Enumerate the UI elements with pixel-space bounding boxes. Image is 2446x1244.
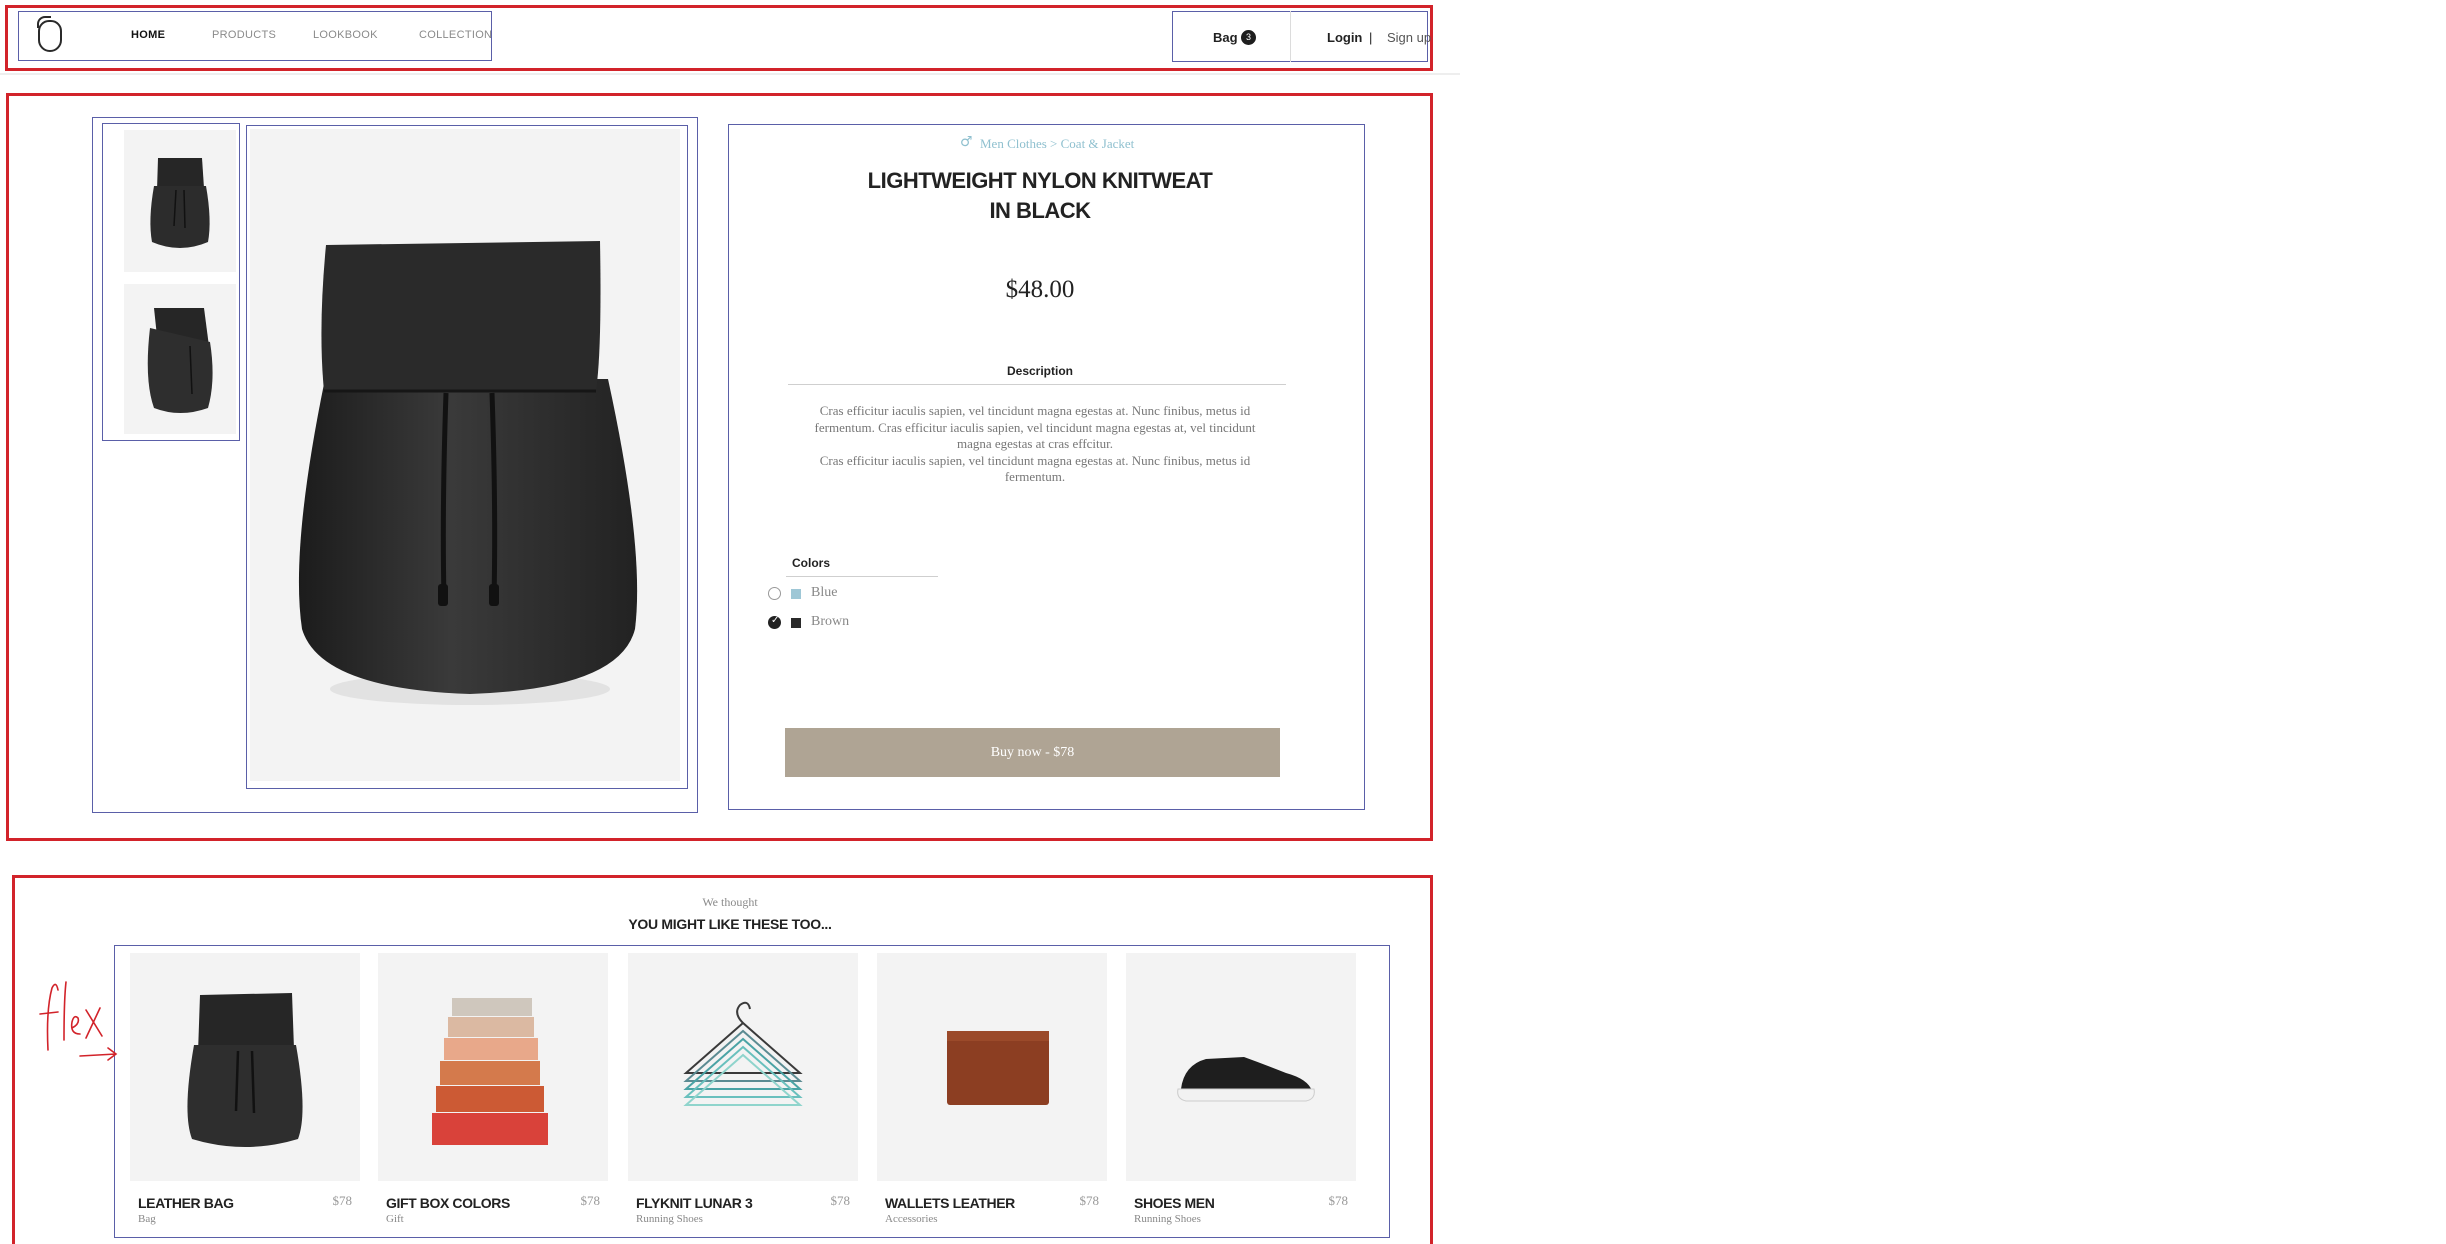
color-radio-brown[interactable] xyxy=(768,615,781,629)
thumbnail-2[interactable] xyxy=(124,284,236,434)
color-swatch-brown xyxy=(791,618,801,628)
suggestions-subtitle: We thought xyxy=(702,895,758,909)
card-category: Bag xyxy=(138,1213,156,1225)
card-category: Running Shoes xyxy=(1134,1213,1201,1225)
card-image xyxy=(877,953,1107,1181)
login-link[interactable]: Login xyxy=(1327,30,1362,45)
main-product-image xyxy=(250,129,680,781)
signup-link[interactable]: Sign up xyxy=(1387,30,1431,45)
thumbnail-1[interactable] xyxy=(124,130,236,272)
card-name[interactable]: FLYKNIT LUNAR 3 xyxy=(636,1195,753,1211)
card-name[interactable]: LEATHER BAG xyxy=(138,1195,234,1211)
card-image xyxy=(378,953,608,1181)
colors-divider xyxy=(786,576,938,577)
shoe-icon xyxy=(1177,1057,1315,1102)
description-text: Cras efficitur iaculis sapien, vel tinci… xyxy=(800,403,1270,486)
leather-bag-icon xyxy=(187,993,303,1147)
card-image xyxy=(628,953,858,1181)
card-price: $78 xyxy=(830,1193,851,1208)
gift-boxes-icon xyxy=(432,998,548,1145)
colors-heading: Colors xyxy=(792,556,831,570)
wallet-icon xyxy=(947,1031,1049,1105)
card-name[interactable]: GIFT BOX COLORS xyxy=(386,1195,510,1211)
nav-home[interactable]: HOME xyxy=(131,29,165,41)
card-price: $78 xyxy=(1079,1193,1100,1208)
description-paragraph-2: Cras efficitur iaculis sapien, vel tinci… xyxy=(819,452,1251,485)
color-radio-blue[interactable] xyxy=(768,587,781,600)
nav-products[interactable]: PRODUCTS xyxy=(212,29,276,41)
card-category: Running Shoes xyxy=(636,1213,703,1225)
product-price: $48.00 xyxy=(1005,276,1075,303)
flex-handwritten-annotation xyxy=(39,981,118,1061)
color-label-brown[interactable]: Brown xyxy=(811,614,849,630)
card-image xyxy=(130,953,360,1181)
header-shadow-line xyxy=(0,73,1460,75)
card-price: $78 xyxy=(580,1193,601,1208)
breadcrumb[interactable]: Men Clothes > Coat & Jacket xyxy=(980,136,1134,152)
card-price: $78 xyxy=(332,1193,353,1208)
bag-link[interactable]: Bag xyxy=(1213,30,1238,45)
card-category: Gift xyxy=(386,1213,404,1225)
card-price: $78 xyxy=(1328,1193,1349,1208)
card-name[interactable]: SHOES MEN xyxy=(1134,1195,1215,1211)
description-paragraph-1: Cras efficitur iaculis sapien, vel tinci… xyxy=(814,403,1256,451)
description-heading: Description xyxy=(1006,364,1073,378)
buy-now-button[interactable]: Buy now - $78 xyxy=(785,728,1280,777)
card-category: Accessories xyxy=(885,1213,938,1225)
card-image xyxy=(1126,953,1356,1181)
auth-separator: | xyxy=(1369,30,1373,45)
description-divider xyxy=(788,384,1286,385)
suggestions-title: YOU MIGHT LIKE THESE TOO... xyxy=(628,916,832,932)
gender-icon: ♂ xyxy=(960,134,973,150)
hangers-icon xyxy=(683,1001,803,1106)
product-title-line-1: LIGHTWEIGHT NYLON KNITWEAT xyxy=(867,168,1213,193)
nav-lookbook[interactable]: LOOKBOOK xyxy=(313,29,378,41)
backpack-main-icon xyxy=(298,241,638,705)
backpack-thumbnail-icon xyxy=(150,158,210,248)
backpack-side-thumbnail-icon xyxy=(147,308,213,413)
nav-collection[interactable]: COLLECTION xyxy=(419,29,492,41)
product-title-line-2: IN BLACK xyxy=(989,198,1091,223)
bag-count-badge: 3 xyxy=(1241,30,1256,45)
header-right-divider xyxy=(1290,11,1291,62)
logo-icon[interactable] xyxy=(37,16,62,52)
color-swatch-blue xyxy=(791,589,801,599)
color-label-blue[interactable]: Blue xyxy=(811,585,837,601)
card-name[interactable]: WALLETS LEATHER xyxy=(885,1195,1015,1211)
